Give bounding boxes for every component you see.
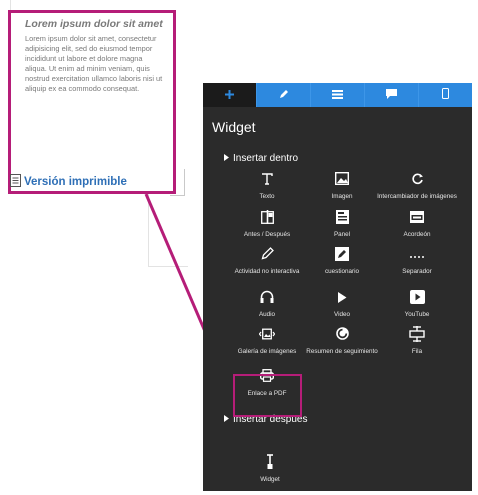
section-label: Insertar dentro — [233, 153, 299, 164]
tab-list[interactable] — [310, 83, 364, 107]
widget-grid: Texto Imagen Intercambiador de imágenes … — [203, 171, 472, 404]
divider — [10, 0, 11, 10]
widget-label: Galería de imágenes — [237, 348, 297, 355]
widget-label: Texto — [259, 193, 275, 200]
gallery-icon — [258, 327, 276, 345]
widget-label: Panel — [333, 231, 351, 238]
chat-icon — [386, 86, 397, 104]
swap-icon — [411, 172, 424, 190]
chevron-right-icon — [224, 414, 229, 425]
widget-text[interactable]: Texto — [227, 172, 307, 200]
widget-panel: Widget Insertar dentro Texto Imagen Inte… — [203, 83, 472, 491]
widget-label: Fila — [411, 348, 423, 355]
widget-label: Audio — [258, 311, 276, 318]
youtube-icon — [409, 289, 425, 309]
tab-mobile[interactable] — [418, 83, 472, 107]
widget-label: Antes / Después — [243, 231, 291, 238]
section-insert-inside[interactable]: Insertar dentro — [224, 153, 472, 164]
before-after-icon — [260, 209, 274, 229]
tab-comments[interactable] — [364, 83, 418, 107]
widget-label: Video — [334, 311, 350, 318]
plus-icon — [225, 86, 234, 104]
widget-progress-summary[interactable]: Resumen de seguimiento — [302, 327, 382, 355]
tab-edit[interactable] — [256, 83, 310, 107]
chevron-right-icon — [224, 153, 229, 164]
widget-label: cuestionario — [325, 268, 359, 275]
widget-accordion[interactable]: Acordeón — [377, 210, 457, 238]
panel-tabs — [203, 83, 472, 107]
widget-panel-item[interactable]: Panel — [302, 209, 382, 238]
progress-summary-icon — [335, 327, 349, 345]
divider — [148, 194, 149, 266]
image-icon — [334, 171, 350, 190]
widget-separator[interactable]: Separador — [377, 247, 457, 275]
widget-image-swapper[interactable]: Intercambiador de imágenes — [377, 172, 457, 200]
widget-image[interactable]: Imagen — [302, 171, 382, 200]
print-version-link[interactable]: Versión imprimible — [10, 171, 181, 193]
article-title: Lorem ipsum dolor sit amet — [25, 18, 163, 30]
pdf-link-highlight — [233, 374, 302, 417]
widget-quiz[interactable]: cuestionario — [302, 246, 382, 275]
widget-label: Imagen — [331, 193, 353, 200]
widget-label: Widget — [260, 476, 280, 483]
widget-before-after[interactable]: Antes / Después — [227, 209, 307, 238]
mobile-icon — [442, 86, 449, 104]
widget-row[interactable]: Fila — [377, 325, 457, 355]
widget-youtube[interactable]: YouTube — [377, 289, 457, 318]
document-icon — [10, 174, 21, 190]
widget-label: Acordeón — [403, 231, 431, 238]
divider — [148, 266, 188, 267]
article-body: Lorem ipsum dolor sit amet, consectetur … — [25, 34, 163, 93]
play-icon — [337, 290, 347, 308]
headphones-icon — [260, 290, 274, 308]
article-card: Lorem ipsum dolor sit amet Lorem ipsum d… — [8, 10, 176, 194]
widget-audio[interactable]: Audio — [227, 290, 307, 318]
divider — [170, 169, 185, 196]
widget-label: Resumen de seguimiento — [306, 348, 378, 355]
panel-title: Widget — [212, 119, 256, 135]
pencil-icon — [279, 86, 289, 104]
activity-pencil-icon — [261, 247, 274, 265]
widget-widget[interactable]: Widget — [230, 453, 310, 483]
widget-label: Actividad no interactiva — [234, 268, 300, 275]
panel-icon — [335, 209, 349, 229]
print-link-label: Versión imprimible — [24, 176, 127, 188]
quiz-icon — [335, 246, 349, 266]
accordion-icon — [410, 210, 424, 228]
tab-add[interactable] — [203, 83, 256, 107]
separator-icon — [409, 247, 425, 265]
widget-label: Intercambiador de imágenes — [377, 193, 457, 200]
widget-label: Separador — [402, 268, 432, 275]
widget-video[interactable]: Video — [302, 290, 382, 318]
widget-non-interactive-activity[interactable]: Actividad no interactiva — [227, 247, 307, 275]
list-icon — [332, 86, 343, 104]
widget-icon — [266, 453, 274, 475]
widget-label: YouTube — [404, 311, 430, 318]
text-icon — [261, 172, 273, 190]
row-icon — [409, 325, 425, 347]
widget-image-gallery[interactable]: Galería de imágenes — [227, 327, 307, 355]
